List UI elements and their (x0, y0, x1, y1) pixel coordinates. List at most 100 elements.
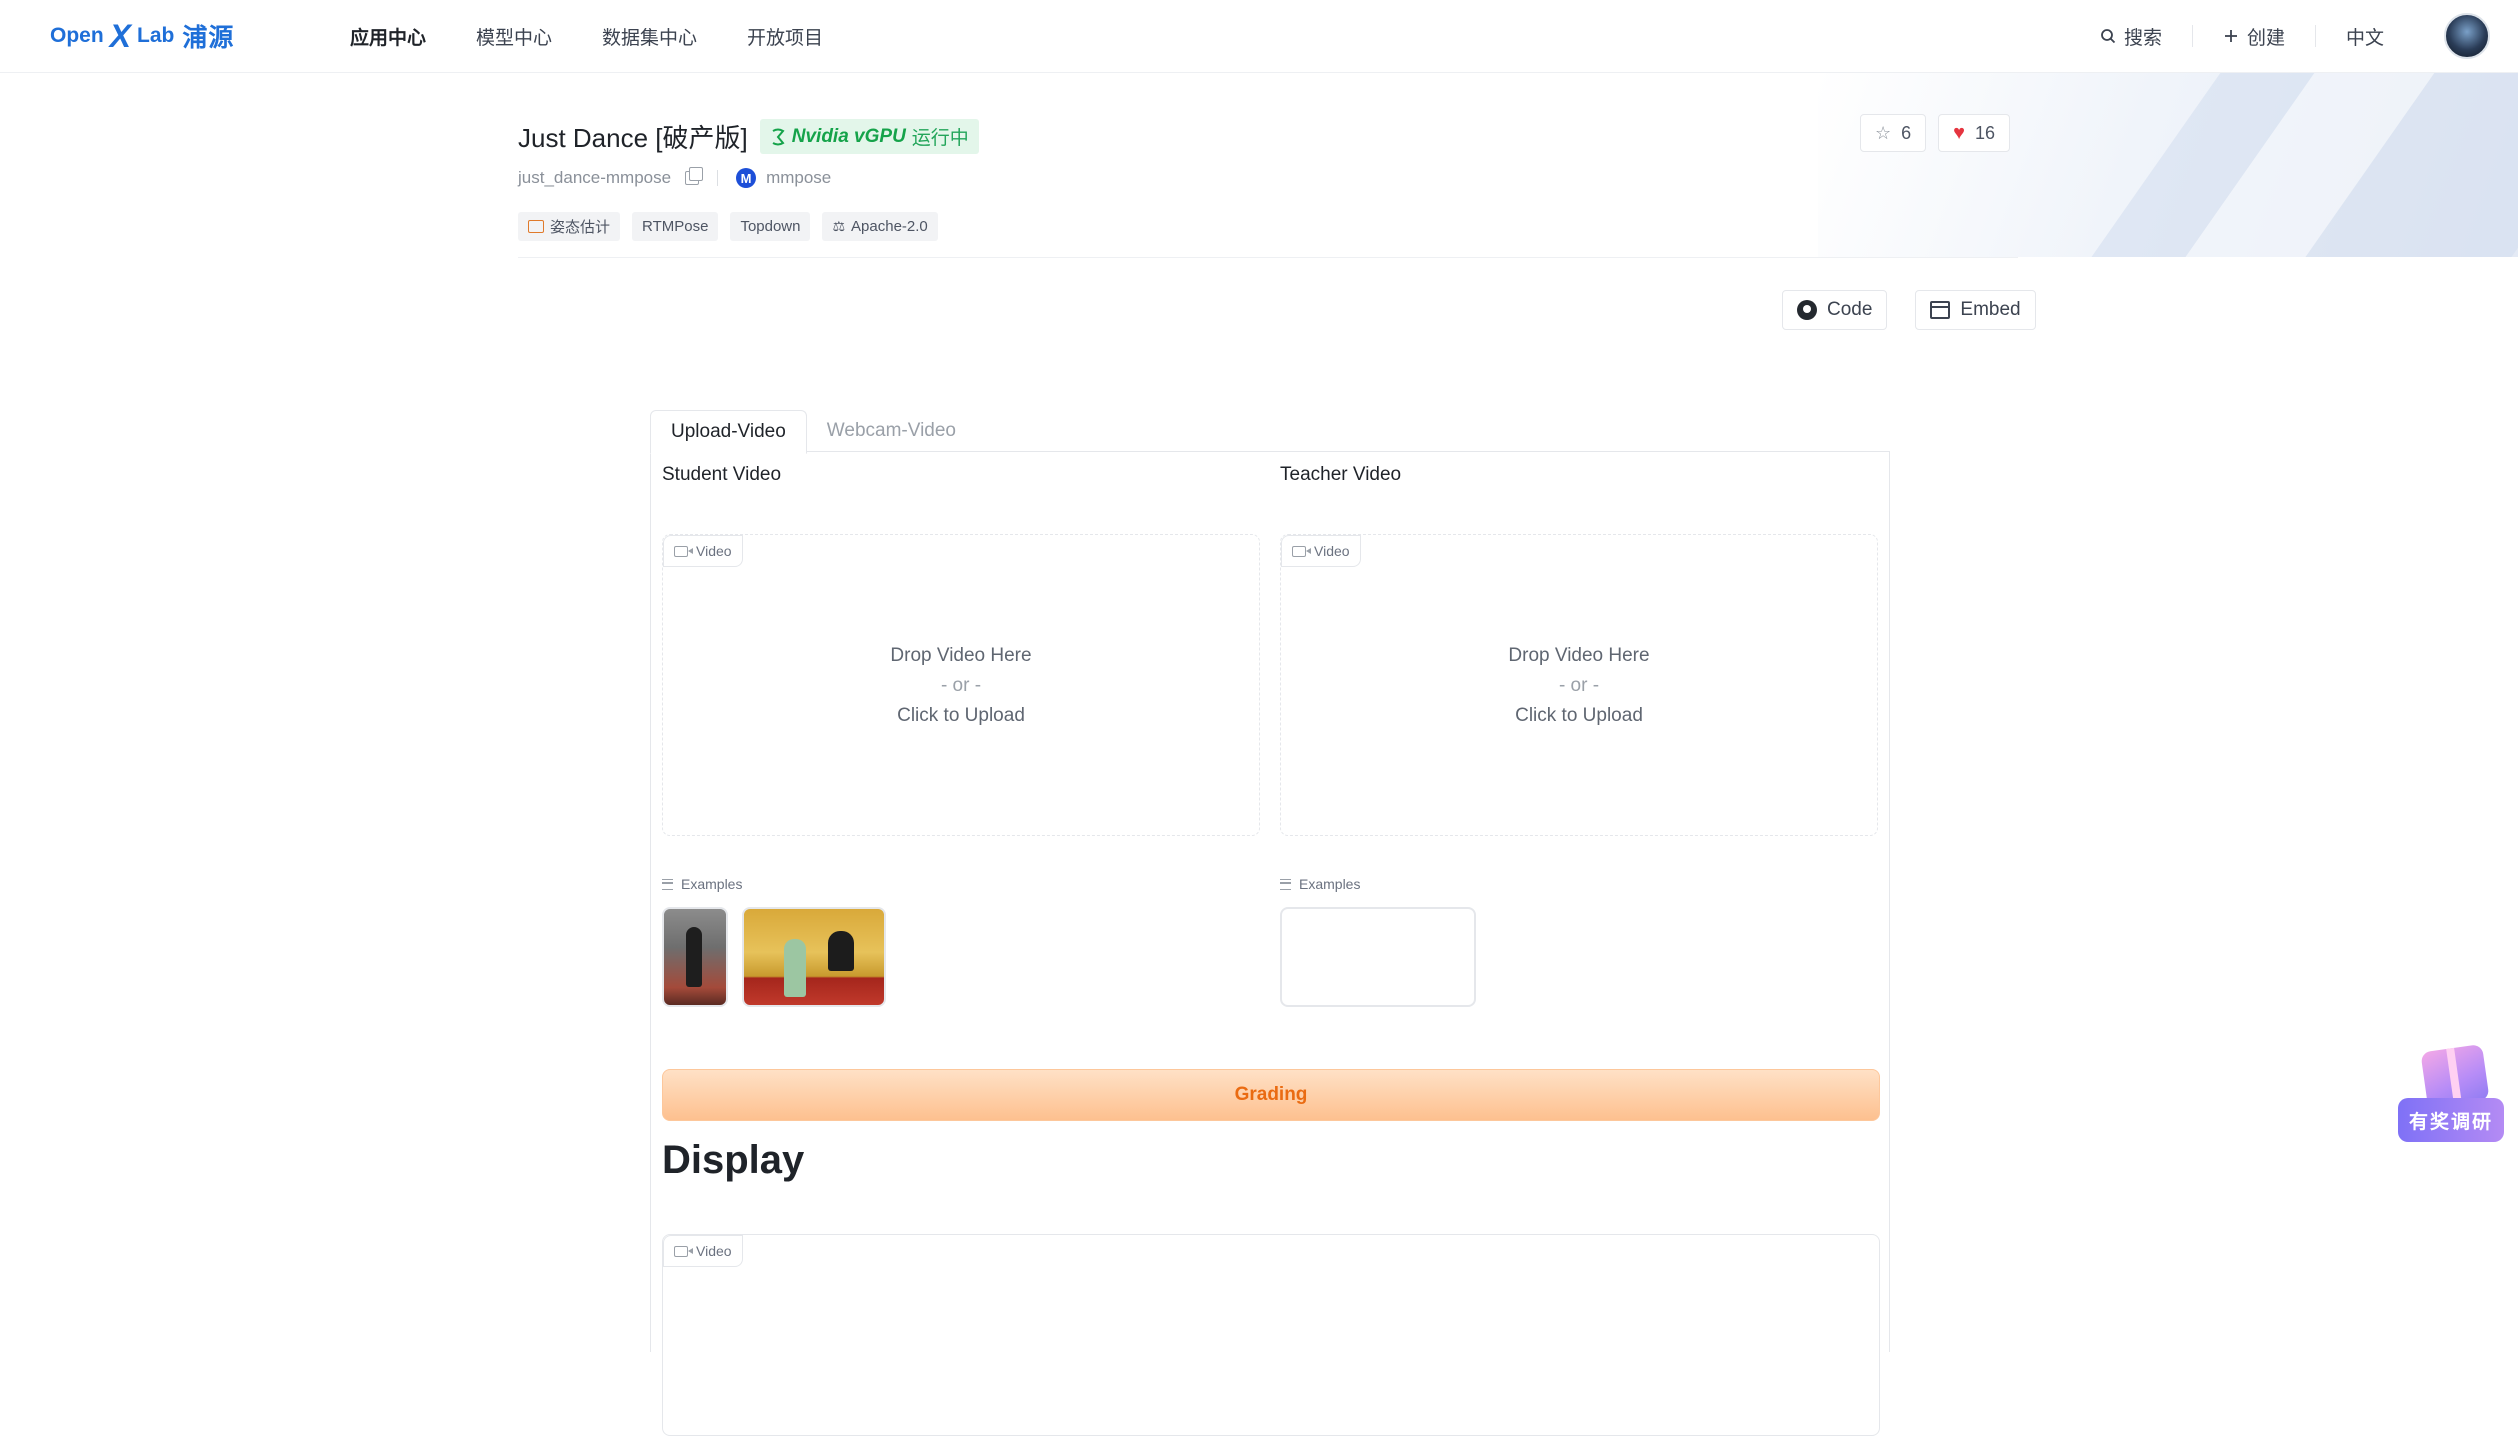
nav-app-center[interactable]: 应用中心 (350, 23, 426, 50)
star-count: 6 (1901, 122, 1912, 143)
survey-button[interactable]: 有奖调研 (2398, 1098, 2504, 1142)
tab-bar: Upload-Video Webcam-Video (650, 410, 976, 454)
video-camera-icon (1292, 545, 1311, 557)
gpu-status-badge: Nvidia vGPU 运行中 (759, 119, 979, 154)
drop-instructions: Drop Video Here - or - Click to Upload (663, 641, 1259, 731)
tab-upload-video[interactable]: Upload-Video (650, 410, 807, 454)
create-label: 创建 (2246, 27, 2285, 49)
code-button[interactable]: Code (1782, 290, 1888, 330)
owner-avatar-icon: M (736, 168, 757, 188)
examples-text: Examples (1299, 876, 1361, 892)
scale-icon: ⚖ (832, 218, 846, 234)
plus-icon (2224, 30, 2237, 42)
search-button[interactable]: 搜索 (2070, 23, 2192, 50)
openxlab-logo[interactable]: Open X Lab 浦源 (50, 18, 234, 54)
or-text: - or - (940, 675, 982, 696)
teacher-examples-label: Examples (1280, 876, 1360, 892)
embed-label: Embed (1960, 299, 2021, 320)
teacher-video-label: Teacher Video (1280, 464, 1402, 485)
heart-icon: ♥ (1953, 121, 1966, 144)
image-icon (528, 220, 544, 233)
dancer-figure (686, 927, 702, 987)
student-video-label: Student Video (662, 464, 782, 485)
gpu-chip-icon (772, 128, 785, 145)
display-video-output: Video (662, 1234, 1880, 1436)
video-label-text: Video (696, 543, 732, 559)
running-status: 运行中 (911, 128, 969, 149)
grading-button[interactable]: Grading (662, 1069, 1880, 1121)
header-actions: Code Embed (1782, 290, 2036, 330)
video-block-label: Video (663, 535, 743, 567)
performer-figure (828, 931, 854, 971)
repo-id: just_dance-mmpose (518, 168, 672, 187)
like-button[interactable]: ♥ 16 (1938, 114, 2011, 152)
language-switch[interactable]: 中文 (2316, 23, 2414, 50)
search-label: 搜索 (2123, 27, 2162, 49)
tab-panel: Student Video Video Drop Video Here - or… (650, 451, 1890, 1436)
teacher-video-dropzone[interactable]: Video Drop Video Here - or - Click to Up… (1280, 534, 1878, 836)
user-avatar[interactable] (2444, 13, 2490, 59)
tag-label: Apache-2.0 (851, 218, 928, 235)
teacher-example-list (1280, 907, 1476, 1007)
tag-topdown[interactable]: Topdown (730, 212, 811, 241)
embed-icon (1930, 301, 1951, 319)
click-upload-text: Click to Upload (897, 705, 1025, 726)
nav-model-center[interactable]: 模型中心 (476, 23, 552, 50)
list-icon (1280, 878, 1291, 890)
code-label: Code (1827, 299, 1873, 320)
tab-webcam-video[interactable]: Webcam-Video (807, 410, 976, 452)
gpu-label: Nvidia vGPU (791, 125, 906, 147)
video-camera-icon (674, 545, 693, 557)
repo-info: just_dance-mmpose M mmpose (518, 167, 831, 188)
logo-open: Open (50, 24, 104, 47)
student-examples-label: Examples (662, 876, 742, 892)
video-label-text: Video (1314, 543, 1350, 559)
display-heading: Display (662, 1138, 805, 1182)
tag-license[interactable]: ⚖ Apache-2.0 (822, 212, 938, 241)
tag-rtmpose[interactable]: RTMPose (632, 212, 719, 241)
logo-lab: Lab (137, 24, 175, 47)
survey-float[interactable]: 有奖调研 (2398, 1043, 2504, 1144)
list-icon (662, 878, 673, 890)
info-divider (717, 170, 719, 186)
click-upload-text: Click to Upload (1515, 705, 1643, 726)
performer-figure (784, 939, 806, 997)
video-label-text: Video (696, 1243, 732, 1259)
student-video-dropzone[interactable]: Video Drop Video Here - or - Click to Up… (662, 534, 1260, 836)
copy-icon[interactable] (685, 167, 704, 185)
tag-list: 姿态估计 RTMPose Topdown ⚖ Apache-2.0 (518, 212, 938, 241)
video-block-label: Video (663, 1235, 743, 1267)
like-count: 16 (1975, 122, 1996, 143)
tag-pose-estimation[interactable]: 姿态估计 (518, 212, 621, 241)
title-row: Just Dance [破产版] Nvidia vGPU 运行中 (518, 118, 979, 155)
student-example-list (662, 907, 886, 1007)
logo-x: X (109, 17, 132, 54)
tag-label: RTMPose (642, 218, 709, 235)
github-icon (1797, 300, 1817, 320)
app-title: Just Dance [破产版] (518, 123, 748, 153)
drop-instructions: Drop Video Here - or - Click to Upload (1281, 641, 1877, 731)
embed-button[interactable]: Embed (1915, 290, 2036, 330)
drop-text: Drop Video Here (1508, 645, 1650, 666)
reaction-buttons: ☆ 6 ♥ 16 (1860, 114, 2518, 152)
logo-cn: 浦源 (182, 24, 235, 52)
star-icon: ☆ (1875, 122, 1892, 143)
nav-open-projects[interactable]: 开放项目 (747, 23, 823, 50)
tag-label: 姿态估计 (550, 219, 611, 236)
star-button[interactable]: ☆ 6 (1860, 114, 1927, 152)
language-label: 中文 (2345, 27, 2384, 49)
top-nav: Open X Lab 浦源 应用中心 模型中心 数据集中心 开放项目 搜索 创建… (0, 0, 2518, 73)
owner-link[interactable]: mmpose (766, 168, 831, 188)
nav-dataset-center[interactable]: 数据集中心 (602, 23, 697, 50)
video-block-label: Video (1281, 535, 1361, 567)
example-thumbnail-empty[interactable] (1280, 907, 1476, 1007)
nav-right: 搜索 创建 中文 (2070, 0, 2490, 72)
or-text: - or - (1558, 675, 1600, 696)
example-thumbnail[interactable] (742, 907, 886, 1007)
examples-text: Examples (681, 876, 743, 892)
create-button[interactable]: 创建 (2193, 23, 2315, 50)
gradio-app: Upload-Video Webcam-Video Student Video … (650, 410, 1890, 1436)
drop-text: Drop Video Here (890, 645, 1032, 666)
video-camera-icon (674, 1245, 693, 1257)
example-thumbnail[interactable] (662, 907, 728, 1007)
